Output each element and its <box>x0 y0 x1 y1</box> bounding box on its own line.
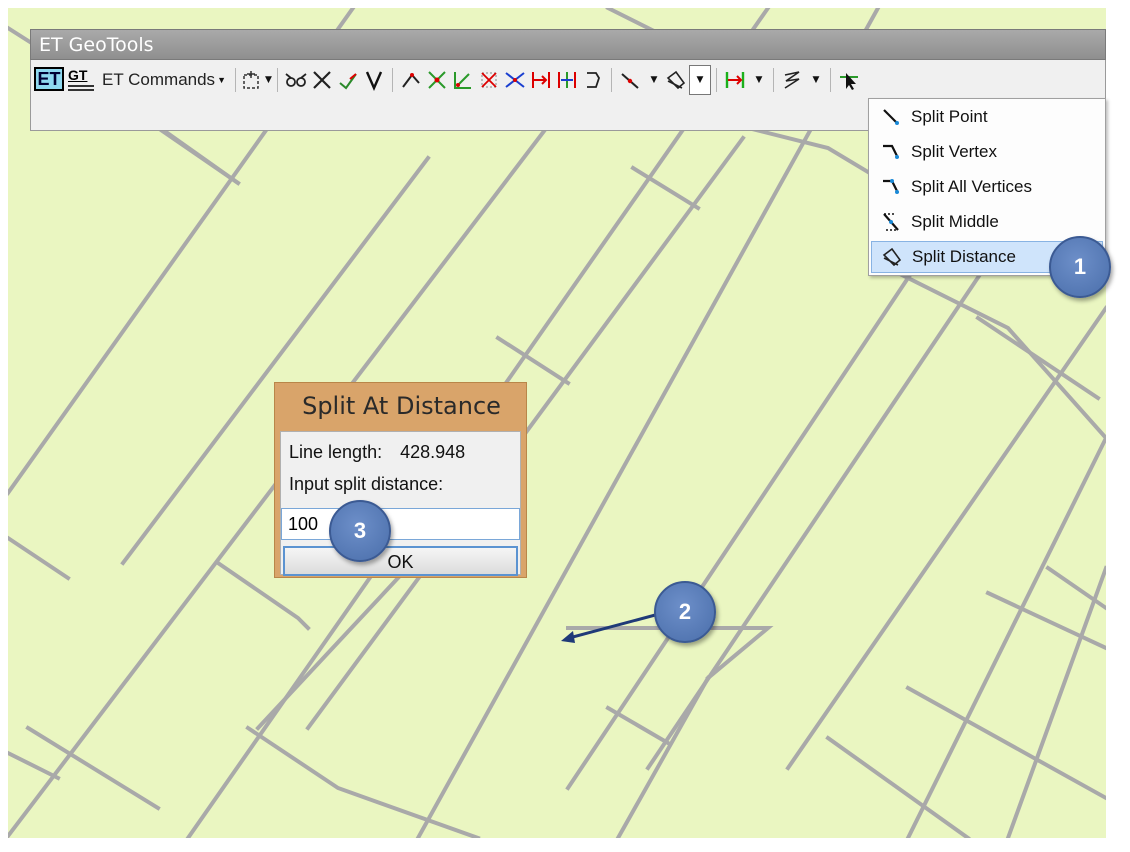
extend-right-icon[interactable] <box>528 66 554 94</box>
select-pointer-icon[interactable] <box>836 66 862 94</box>
split-middle-icon <box>871 206 911 238</box>
separator <box>234 68 236 92</box>
toolbar-title[interactable]: ET GeoTools <box>30 29 1106 60</box>
snap-glasses-icon[interactable] <box>283 66 309 94</box>
et-commands-label: ET Commands <box>102 70 216 89</box>
angle-icon[interactable] <box>450 66 476 94</box>
separator <box>610 68 612 92</box>
menu-item-label: Split Vertex <box>911 142 997 161</box>
menu-item-split-middle[interactable]: Split Middle <box>871 206 1103 238</box>
separator <box>391 68 393 92</box>
menu-item-split-vertex[interactable]: Split Vertex <box>871 136 1103 168</box>
split-distance-icon[interactable] <box>663 66 689 94</box>
zigzag-icon[interactable] <box>779 66 805 94</box>
new-shape-dropdown[interactable]: ▼ <box>263 66 272 94</box>
ok-button[interactable]: OK <box>283 546 518 576</box>
logo-gt: GT <box>68 67 88 83</box>
green-extend-dropdown[interactable]: ▼ <box>748 66 768 94</box>
et-geotools-toolbar: ET GeoTools ET GT ET Commands ▼ ▼ ▼ ▼ ▼ … <box>30 29 1106 131</box>
split-cross-icon[interactable] <box>476 66 502 94</box>
green-extend-icon[interactable] <box>722 66 748 94</box>
check-arrow-icon[interactable] <box>335 66 361 94</box>
split-diagonal-dropdown[interactable]: ▼ <box>643 66 663 94</box>
line-length-value: 428.948 <box>400 442 466 462</box>
line-length-label: Line length: <box>289 442 383 462</box>
menu-item-split-all-vertices[interactable]: Split All Vertices <box>871 171 1103 203</box>
cross-icon[interactable] <box>309 66 335 94</box>
separator <box>276 68 278 92</box>
menu-item-split-point[interactable]: Split Point <box>871 101 1103 133</box>
menu-item-label: Split Point <box>911 107 988 126</box>
split-distance-dropdown[interactable]: ▼ <box>688 65 711 95</box>
logo-lines-icon <box>68 85 94 91</box>
split-distance-input[interactable]: 100 <box>281 508 520 540</box>
split-all-vertices-icon <box>871 171 911 203</box>
step-callout-3: 3 <box>329 500 391 562</box>
chevron-down-icon: ▼ <box>264 75 272 85</box>
menu-item-label: Split All Vertices <box>911 177 1032 196</box>
split-distance-label: Input split distance: <box>289 474 444 494</box>
step-callout-2: 2 <box>654 581 716 643</box>
et-commands-menu[interactable]: ET Commands ▼ <box>98 66 230 94</box>
pointer-arrow <box>561 612 660 643</box>
dialog-body: Line length: 428.948 Input split distance… <box>280 431 521 576</box>
v-icon[interactable] <box>361 66 387 94</box>
zigzag-dropdown[interactable]: ▼ <box>805 66 825 94</box>
chevron-down-icon: ▼ <box>696 75 704 85</box>
menu-item-label: Split Distance <box>912 247 1016 266</box>
split-point-icon <box>871 101 911 133</box>
dialog-title[interactable]: Split At Distance <box>275 383 528 429</box>
extend-both-icon[interactable] <box>554 66 580 94</box>
split-diagonal-icon[interactable] <box>617 66 643 94</box>
step-callout-1: 1 <box>1049 236 1111 298</box>
toolbar-row: ET GT ET Commands ▼ ▼ ▼ ▼ ▼ ▼ <box>30 64 1106 96</box>
menu-item-label: Split Middle <box>911 212 999 231</box>
new-shape-icon[interactable] <box>241 66 263 94</box>
split-vertex-icon <box>871 136 911 168</box>
line-length-row: Line length: 428.948 <box>289 442 465 463</box>
converge-icon[interactable] <box>502 66 528 94</box>
logo-et: ET <box>34 67 64 91</box>
et-geotools-logo[interactable]: ET GT <box>34 65 98 95</box>
arrow-join-icon[interactable] <box>398 66 424 94</box>
chevron-down-icon: ▼ <box>812 75 820 85</box>
intersect-icon[interactable] <box>424 66 450 94</box>
split-at-distance-dialog: Split At Distance Line length: 428.948 In… <box>274 382 527 578</box>
split-distance-icon <box>872 241 912 273</box>
chevron-down-icon: ▼ <box>650 75 658 85</box>
chevron-down-icon: ▼ <box>755 75 763 85</box>
separator <box>829 68 831 92</box>
chevron-down-icon: ▼ <box>217 75 226 85</box>
separator <box>715 68 717 92</box>
separator <box>772 68 774 92</box>
bracket-icon[interactable] <box>580 66 606 94</box>
